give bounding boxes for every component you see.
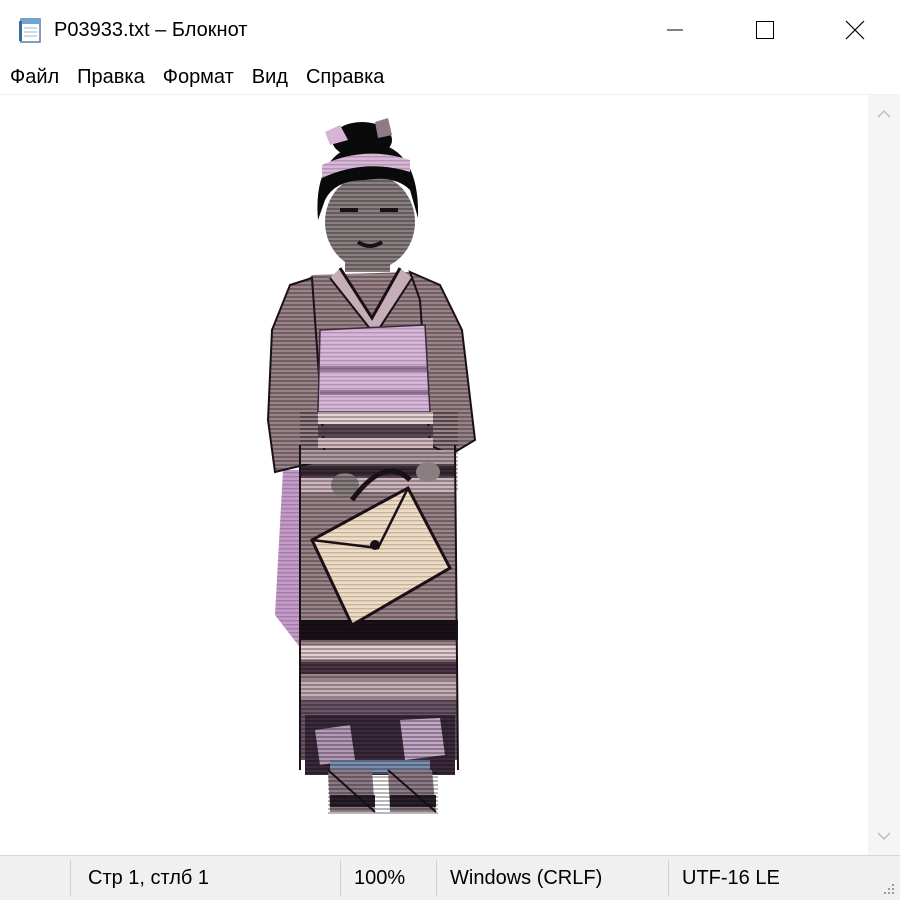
menu-bar: Файл Правка Формат Вид Справка <box>0 60 900 94</box>
scroll-down-button[interactable] <box>868 821 900 851</box>
menu-help[interactable]: Справка <box>297 60 393 94</box>
title-bar[interactable]: P03933.txt – Блокнот <box>0 0 900 60</box>
minimize-icon <box>667 29 683 31</box>
scroll-up-button[interactable] <box>868 99 900 129</box>
close-icon <box>845 20 865 40</box>
ascii-art-image <box>266 118 477 815</box>
chevron-down-icon <box>877 832 891 841</box>
cursor-position: Стр 1, стлб 1 <box>88 867 210 889</box>
encoding: UTF-16 LE <box>682 867 780 889</box>
status-separator <box>340 860 341 896</box>
status-separator <box>436 860 437 896</box>
notepad-icon <box>19 18 41 43</box>
line-ending: Windows (CRLF) <box>450 867 603 889</box>
status-separator <box>70 860 71 896</box>
status-separator <box>668 860 669 896</box>
chevron-up-icon <box>877 109 891 118</box>
menu-file[interactable]: Файл <box>0 60 68 94</box>
menu-view[interactable]: Вид <box>243 60 297 94</box>
minimize-button[interactable] <box>630 0 720 60</box>
status-bar: Стр 1, стлб 1 100% Windows (CRLF) UTF-16… <box>0 855 900 900</box>
menu-format[interactable]: Формат <box>154 60 243 94</box>
vertical-scrollbar[interactable] <box>868 95 900 855</box>
maximize-button[interactable] <box>720 0 810 60</box>
notepad-window: P03933.txt – Блокнот Файл Правка Формат … <box>0 0 900 900</box>
menu-edit[interactable]: Правка <box>68 60 154 94</box>
maximize-icon <box>756 21 774 39</box>
zoom-level: 100% <box>354 867 406 889</box>
text-editor-area[interactable] <box>0 95 868 855</box>
window-title: P03933.txt – Блокнот <box>54 19 248 41</box>
resize-grip-icon[interactable] <box>882 882 896 896</box>
close-button[interactable] <box>810 0 900 60</box>
